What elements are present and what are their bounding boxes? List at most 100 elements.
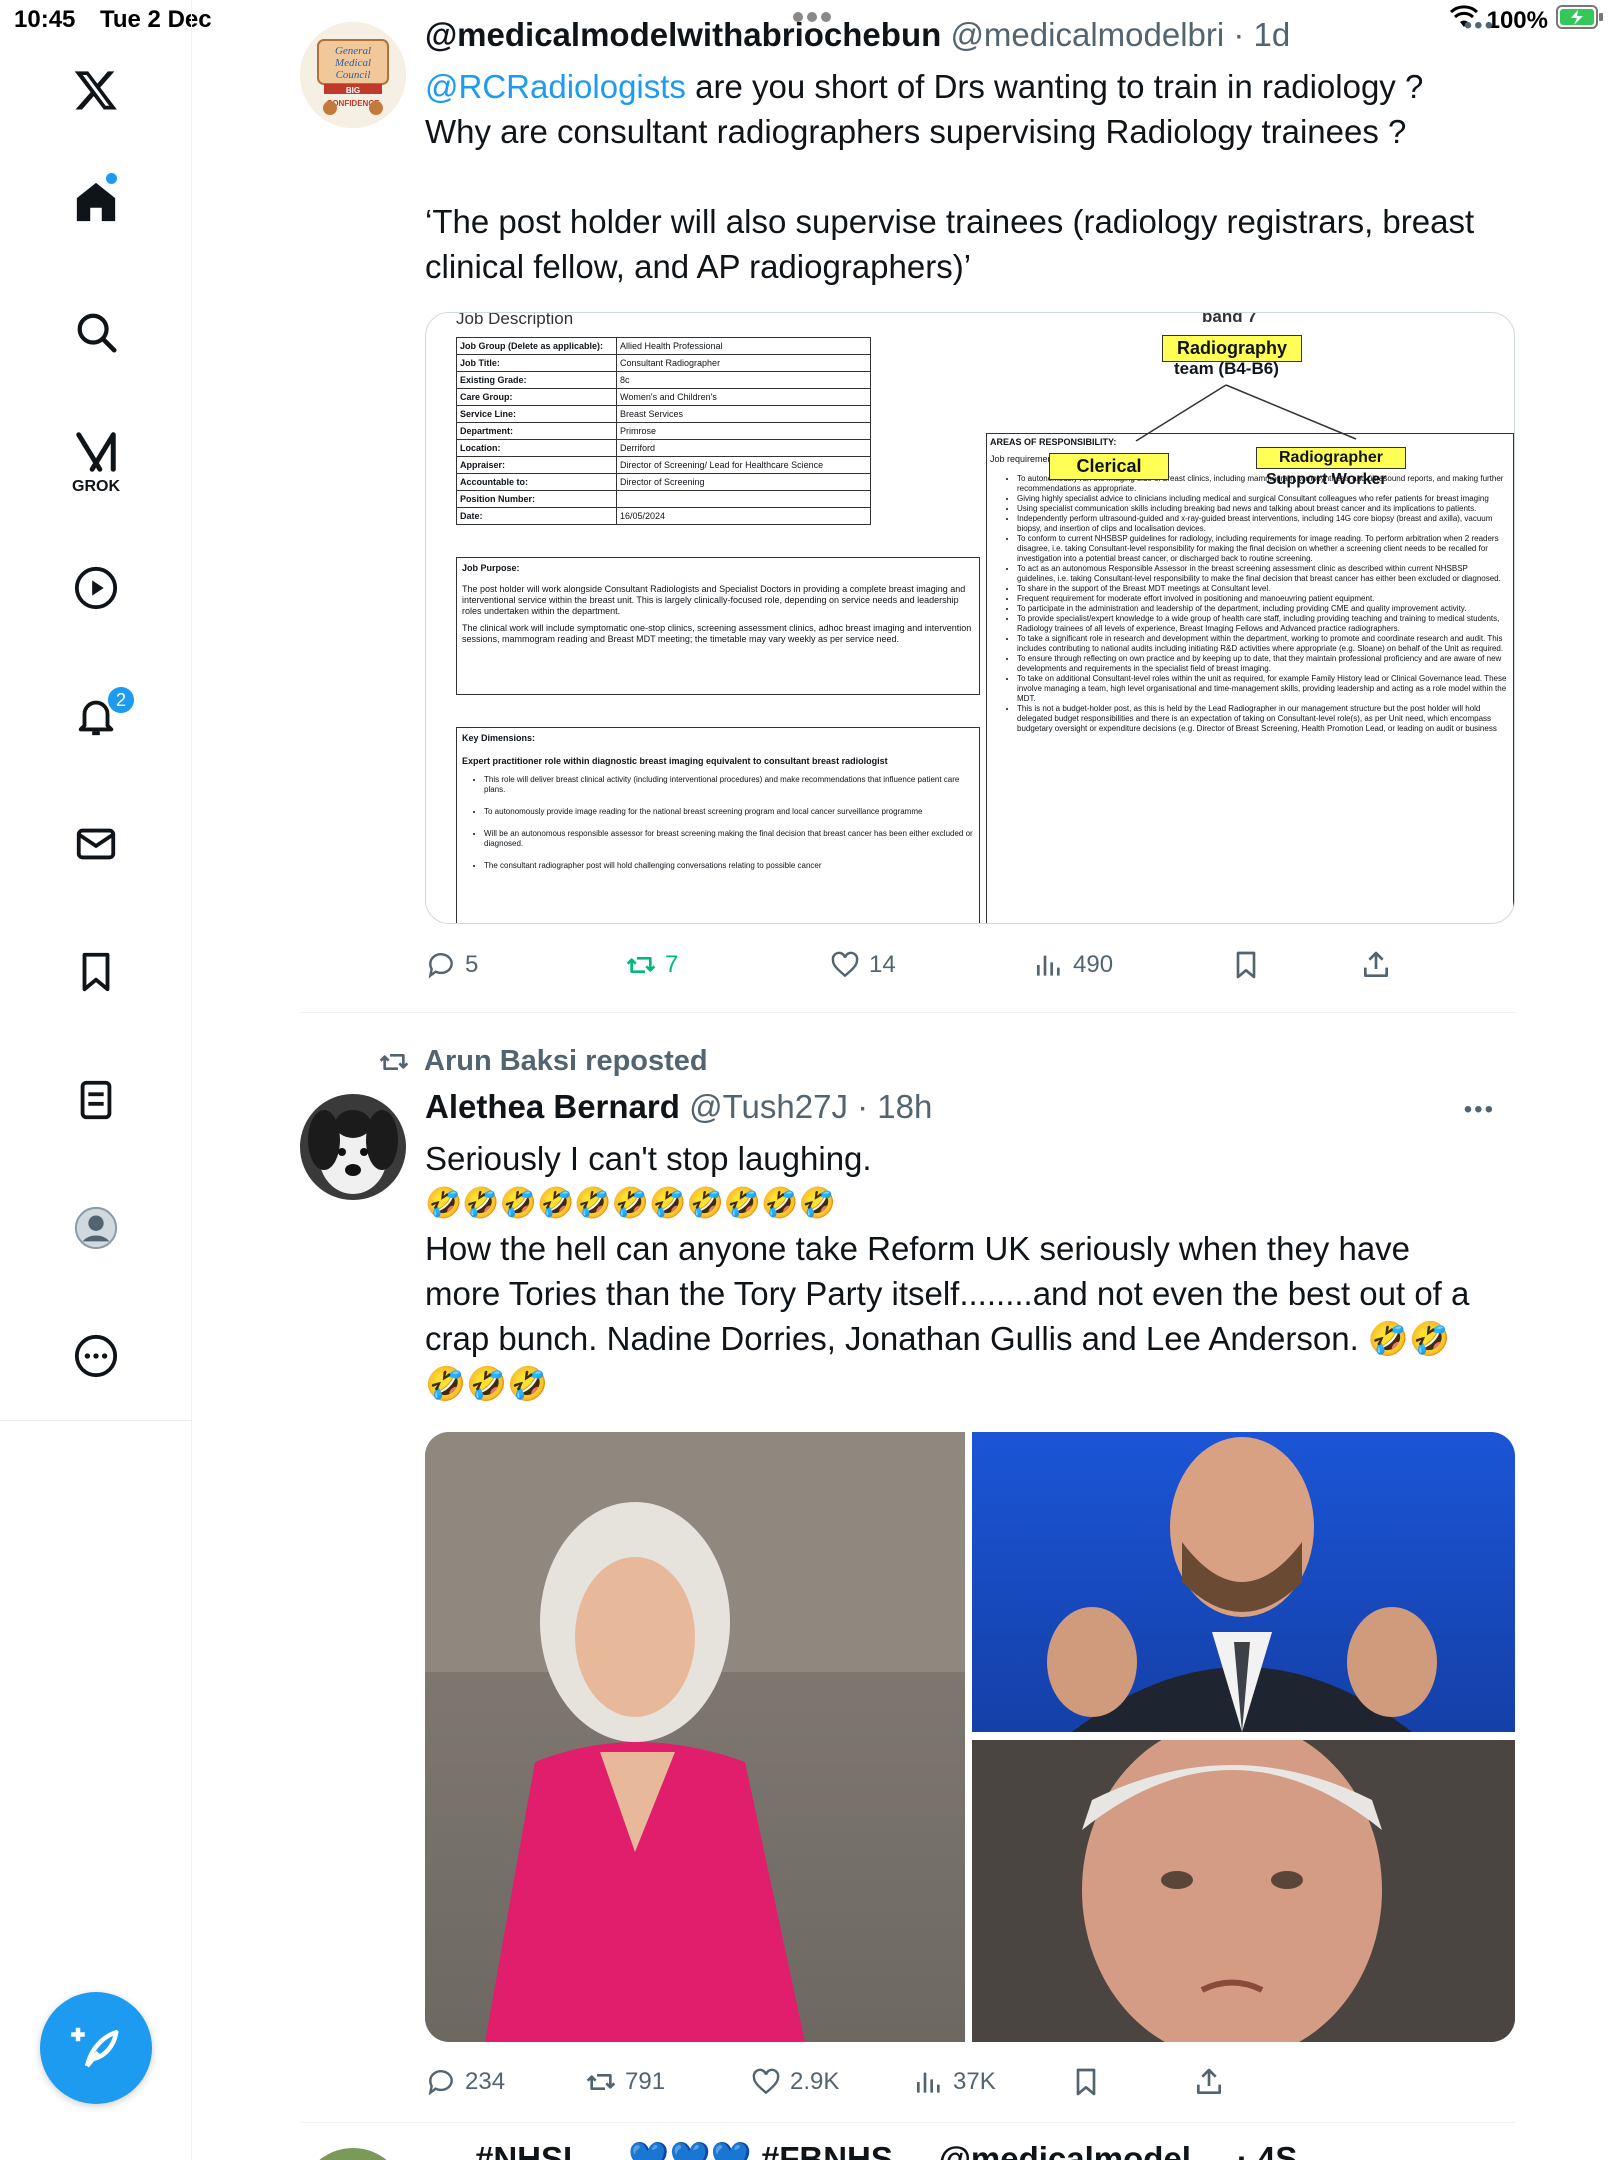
post2-media-grid — [425, 1432, 1515, 2042]
bookmark-button[interactable] — [1230, 949, 1262, 981]
table-row: Department: Primrose — [456, 422, 871, 440]
doc-key-dimensions: Key Dimensions: Expert practitioner role… — [456, 727, 980, 923]
bookmark-button[interactable] — [1070, 2066, 1102, 2098]
post2-action-bar: 234 791 2.9K 37K — [425, 2060, 1425, 2104]
purpose-title: Job Purpose: — [462, 563, 520, 573]
post2-line3: How the hell can anyone take Reform UK s… — [425, 1230, 1411, 1267]
table-cell-value: Derriford — [616, 439, 871, 457]
list-item: Giving highly specialist advice to clini… — [1017, 494, 1507, 504]
video-icon[interactable] — [70, 562, 122, 614]
list-item: Independently perform ultrasound-guided … — [1017, 514, 1507, 534]
post2-line5: crap bunch. Nadine Dorries, Jonathan Gul… — [425, 1320, 1451, 1357]
table-cell-label: Date: — [456, 507, 617, 525]
photo-man-grey-hair[interactable] — [972, 1740, 1515, 2042]
battery-percentage: 100% — [1486, 6, 1548, 34]
grok-icon[interactable] — [70, 426, 122, 478]
grok-label: GROK — [72, 478, 120, 495]
table-cell-value: Breast Services — [616, 405, 871, 423]
doc-areas-box: AREAS OF RESPONSIBILITY: Job requirement… — [986, 433, 1514, 923]
share-button[interactable] — [1193, 2066, 1225, 2098]
table-cell-value: 16/05/2024 — [616, 507, 871, 525]
table-cell-label: Care Group: — [456, 388, 617, 406]
x-logo-icon[interactable] — [70, 64, 122, 116]
post1-line1: are you short of Drs wanting to train in… — [685, 68, 1424, 105]
views-button[interactable]: 490 — [1033, 949, 1113, 981]
author-handle-time[interactable]: @medicalmodelbri · 1d — [950, 16, 1290, 53]
repost-button[interactable]: 791 — [585, 2066, 665, 2098]
table-cell-label: Appraiser: — [456, 456, 617, 474]
post1-text: @RCRadiologists are you short of Drs wan… — [425, 64, 1515, 289]
battery-icon — [1556, 4, 1604, 37]
avatar[interactable]: General Medical Council BIG CONFIDENCE — [300, 22, 406, 128]
author-handle-time[interactable]: @Tush27J · 18h — [689, 1088, 932, 1125]
post1-media-image[interactable]: Job Description Job Group (Delete as app… — [425, 312, 1515, 924]
view-count: 490 — [1073, 951, 1114, 978]
lists-icon[interactable] — [70, 1074, 122, 1126]
more-options-icon[interactable] — [70, 1330, 122, 1382]
author-name[interactable]: @medicalmodelwithabriochebun — [425, 16, 941, 53]
avatar[interactable] — [300, 2148, 406, 2160]
table-cell-value: Allied Health Professional — [616, 337, 871, 355]
post1-action-bar: 5 7 14 490 — [425, 943, 1425, 987]
reply-icon — [428, 2070, 453, 2096]
repost-button[interactable]: 7 — [625, 949, 678, 981]
photo-man-suit-blue[interactable] — [972, 1432, 1515, 1732]
doc-clerical-tag: Clerical — [1049, 453, 1169, 480]
compose-post-button[interactable] — [40, 1992, 152, 2104]
doc-radiographer-tag: Radiographer — [1256, 447, 1406, 469]
post1-author-line: @medicalmodelwithabriochebun @medicalmod… — [425, 16, 1290, 54]
messages-icon[interactable] — [70, 818, 122, 870]
avatar[interactable] — [300, 1094, 406, 1200]
post2-more-icon[interactable]: ••• — [1464, 1096, 1495, 1124]
like-button[interactable]: 14 — [829, 949, 896, 981]
reply-button[interactable]: 5 — [425, 949, 478, 981]
post1-more-icon[interactable]: ••• — [1464, 12, 1495, 40]
post-divider — [300, 1012, 1515, 1013]
key-subtitle: Expert practitioner role within diagnost… — [462, 756, 888, 766]
list-item: The consultant radiographer post will ho… — [484, 861, 974, 871]
table-cell-value — [616, 490, 871, 508]
post1-line2: Why are consultant radiographers supervi… — [425, 113, 1407, 150]
list-item: This is not a budget-holder post, as thi… — [1017, 704, 1507, 734]
post1-line4: clinical fellow, and AP radiographers)’ — [425, 248, 972, 285]
post2-line6: 🤣🤣🤣 — [425, 1365, 549, 1402]
table-cell-label: Location: — [456, 439, 617, 457]
doc-band: band 7 — [1202, 312, 1257, 326]
like-button[interactable]: 2.9K — [750, 2066, 839, 2098]
views-chart-icon — [917, 2072, 940, 2093]
photo-woman-pink-dress[interactable] — [425, 1432, 965, 2042]
repost-count: 7 — [665, 951, 679, 978]
list-item: Frequent requirement for moderate effort… — [1017, 594, 1507, 604]
home-icon[interactable] — [70, 176, 122, 228]
reposted-by[interactable]: Arun Baksi reposted — [424, 1045, 708, 1078]
share-icon — [1197, 2068, 1221, 2094]
profile-avatar-icon[interactable] — [70, 1202, 122, 1254]
table-cell-label: Existing Grade: — [456, 371, 617, 389]
bookmark-icon — [1236, 951, 1256, 979]
table-cell-label: Job Title: — [456, 354, 617, 372]
list-item: To autonomously provide image reading fo… — [484, 807, 974, 817]
repost-icon — [586, 2074, 616, 2090]
share-button[interactable] — [1360, 949, 1392, 981]
bookmark-icon — [1076, 2068, 1096, 2096]
feather-plus-icon — [71, 2027, 119, 2068]
bookmarks-icon[interactable] — [70, 946, 122, 998]
views-button[interactable]: 37K — [913, 2066, 996, 2098]
post2-author-line: Alethea Bernard @Tush27J · 18h — [425, 1088, 932, 1126]
table-row: Job Group (Delete as applicable): Allied … — [456, 337, 871, 355]
author-name[interactable]: Alethea Bernard — [425, 1088, 680, 1125]
heart-icon — [752, 2068, 780, 2095]
like-count: 2.9K — [790, 2068, 840, 2095]
table-row: Service Line: Breast Services — [456, 405, 871, 423]
mention-link[interactable]: @RCRadiologists — [425, 68, 686, 105]
post3-partial-text: #NHSL ... 💙💙💙 #FBNHS ... @medicalmodel .… — [475, 2140, 1298, 2160]
purpose-paragraph-1: The post holder will work alongside Cons… — [462, 584, 966, 616]
reply-button[interactable]: 234 — [425, 2066, 505, 2098]
search-icon[interactable] — [70, 306, 122, 358]
doc-radiography-tag: Radiography — [1162, 335, 1302, 362]
doc-team: team (B4-B6) — [1174, 359, 1279, 378]
views-chart-icon — [1037, 955, 1060, 976]
doc-heading: Job Description — [456, 312, 574, 328]
table-row: Accountable to: Director of Screening — [456, 473, 871, 491]
list-item: To act as an autonomous Responsible Asse… — [1017, 564, 1507, 584]
